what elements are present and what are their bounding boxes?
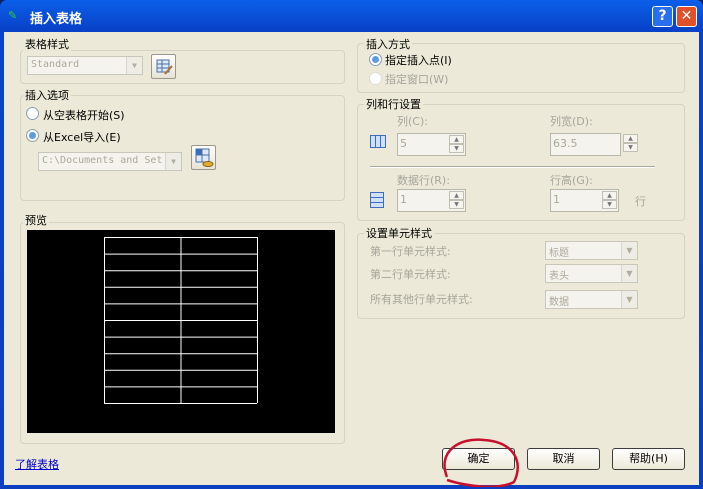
rows-icon bbox=[370, 192, 384, 208]
learn-tables-link[interactable]: 了解表格 bbox=[15, 456, 59, 472]
separator bbox=[370, 166, 655, 168]
preview-label: 预览 bbox=[23, 212, 49, 228]
spin-up-icon[interactable]: ▲ bbox=[449, 135, 464, 144]
spin-up-icon[interactable]: ▲ bbox=[623, 134, 638, 143]
red-circle-annotation bbox=[443, 438, 519, 487]
spin-down-icon[interactable]: ▼ bbox=[602, 200, 617, 209]
cell-styles-label: 设置单元样式 bbox=[364, 225, 434, 241]
close-button[interactable]: ✕ bbox=[676, 6, 697, 27]
radio-excel-import-label: 从Excel导入(E) bbox=[43, 131, 121, 144]
browse-excel-button[interactable] bbox=[191, 145, 216, 170]
first-row-style-label: 第一行单元样式: bbox=[370, 245, 451, 258]
spin-up-icon[interactable]: ▲ bbox=[602, 191, 617, 200]
chevron-down-icon: ▼ bbox=[621, 291, 637, 308]
preview-table bbox=[104, 237, 258, 404]
chevron-down-icon: ▼ bbox=[126, 57, 142, 74]
rowheight-label: 行高(G): bbox=[550, 174, 593, 187]
datarows-spinner[interactable]: 1 ▲ ▼ bbox=[397, 189, 466, 212]
datarows-label: 数据行(R): bbox=[397, 174, 450, 187]
cols-label: 列(C): bbox=[397, 115, 428, 128]
preview-canvas bbox=[27, 230, 335, 433]
spin-down-icon[interactable]: ▼ bbox=[449, 144, 464, 153]
chevron-down-icon: ▼ bbox=[621, 265, 637, 282]
help-button[interactable]: 帮助(H) bbox=[612, 448, 685, 470]
help-title-button[interactable]: ? bbox=[652, 6, 673, 27]
radio-excel-import[interactable] bbox=[26, 129, 39, 142]
table-style-dialog-button[interactable] bbox=[151, 54, 176, 79]
second-row-style-combo[interactable]: 表头 ▼ bbox=[545, 264, 638, 283]
radio-insert-point[interactable] bbox=[369, 53, 382, 66]
dialog-window: ✎ 插入表格 ? ✕ 表格样式 Standard ▼ 插入选项 从空表格开始(S)… bbox=[0, 0, 703, 489]
excel-path-combo[interactable]: C:\Documents and Set ▼ bbox=[38, 152, 182, 171]
excel-link-icon bbox=[195, 148, 214, 167]
colwidth-spinner[interactable]: ▲ ▼ bbox=[622, 133, 639, 156]
first-row-style-value: 标题 bbox=[549, 248, 569, 259]
row-unit-label: 行 bbox=[635, 195, 646, 208]
radio-insert-point-label: 指定插入点(I) bbox=[385, 54, 452, 67]
table-style-label: 表格样式 bbox=[23, 36, 71, 52]
dialog-title: 插入表格 bbox=[30, 12, 83, 27]
other-rows-style-value: 数据 bbox=[549, 297, 569, 308]
other-rows-style-combo[interactable]: 数据 ▼ bbox=[545, 290, 638, 309]
columns-icon bbox=[370, 135, 386, 148]
radio-empty-table-label: 从空表格开始(S) bbox=[43, 109, 125, 122]
radio-window-label: 指定窗口(W) bbox=[385, 73, 449, 86]
other-rows-style-label: 所有其他行单元样式: bbox=[370, 293, 473, 306]
chevron-down-icon: ▼ bbox=[621, 242, 637, 259]
table-style-combo[interactable]: Standard ▼ bbox=[27, 56, 143, 75]
spin-down-icon[interactable]: ▼ bbox=[623, 143, 638, 152]
spin-up-icon[interactable]: ▲ bbox=[449, 191, 464, 200]
cols-value: 5 bbox=[400, 137, 407, 150]
chevron-down-icon: ▼ bbox=[165, 153, 181, 170]
col-row-label: 列和行设置 bbox=[364, 96, 423, 112]
insert-options-label: 插入选项 bbox=[23, 87, 71, 103]
insert-method-label: 插入方式 bbox=[364, 36, 412, 52]
cancel-button[interactable]: 取消 bbox=[527, 448, 600, 470]
table-style-value: Standard bbox=[31, 59, 80, 70]
rowheight-spinner[interactable]: 1 ▲ ▼ bbox=[550, 189, 619, 212]
datarows-value: 1 bbox=[400, 193, 407, 206]
excel-path-value: C:\Documents and Set bbox=[42, 155, 163, 166]
spin-down-icon[interactable]: ▼ bbox=[449, 200, 464, 209]
title-bar: ✎ 插入表格 ? ✕ bbox=[0, 0, 703, 32]
second-row-style-value: 表头 bbox=[549, 271, 569, 282]
colwidth-input[interactable]: 63.5 bbox=[550, 133, 621, 156]
table-edit-icon bbox=[156, 59, 173, 75]
app-icon: ✎ bbox=[8, 9, 18, 22]
radio-empty-table[interactable] bbox=[26, 107, 39, 120]
cols-spinner[interactable]: 5 ▲ ▼ bbox=[397, 133, 466, 156]
radio-window[interactable] bbox=[369, 72, 382, 85]
second-row-style-label: 第二行单元样式: bbox=[370, 268, 451, 281]
rowheight-value: 1 bbox=[553, 193, 560, 206]
dialog-body: 表格样式 Standard ▼ 插入选项 从空表格开始(S) 从Excel导入(E… bbox=[4, 32, 699, 487]
colwidth-value: 63.5 bbox=[553, 137, 578, 150]
first-row-style-combo[interactable]: 标题 ▼ bbox=[545, 241, 638, 260]
colwidth-label: 列宽(D): bbox=[550, 115, 593, 128]
